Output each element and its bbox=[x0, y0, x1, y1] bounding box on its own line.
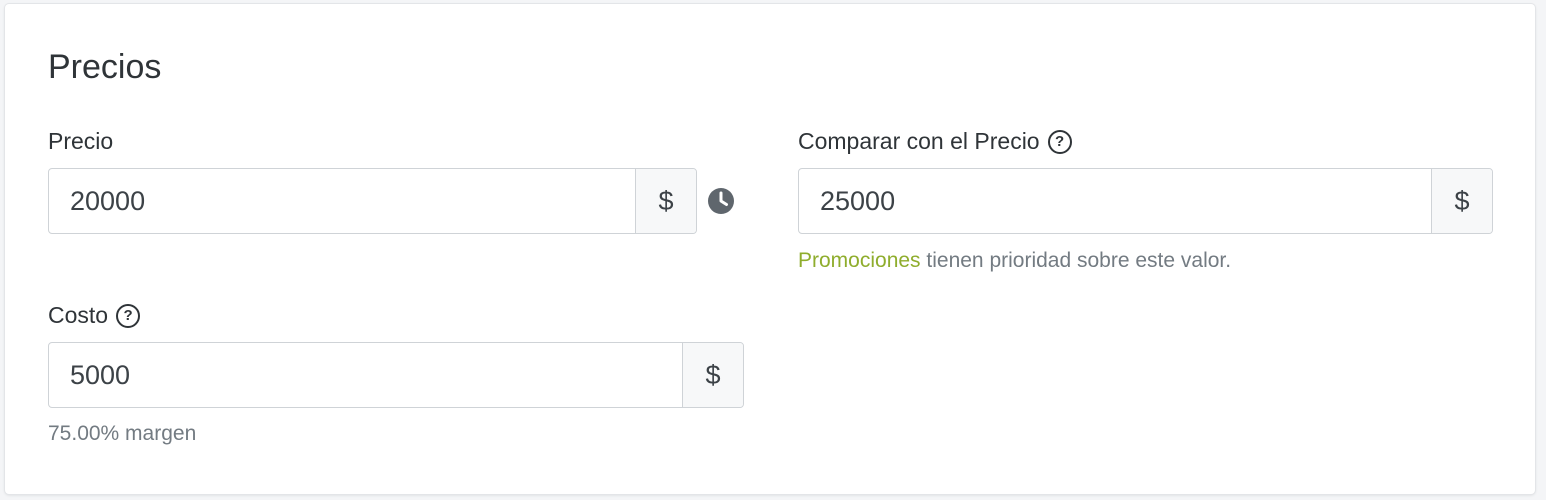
compare-price-input[interactable] bbox=[799, 169, 1431, 233]
cost-label-text: Costo bbox=[48, 302, 109, 328]
cost-field: $ bbox=[48, 342, 744, 408]
compare-price-hint-text: tienen prioridad sobre este valor. bbox=[920, 249, 1232, 272]
cost-input[interactable] bbox=[49, 343, 682, 407]
compare-price-field: $ bbox=[798, 168, 1493, 234]
cost-currency-addon: $ bbox=[682, 343, 743, 407]
price-currency-addon: $ bbox=[635, 169, 696, 233]
compare-price-hint: Promociones tienen prioridad sobre este … bbox=[798, 249, 1231, 273]
compare-price-label: Comparar con el Precio ? bbox=[798, 128, 1072, 155]
compare-price-currency-addon: $ bbox=[1431, 169, 1492, 233]
question-circle-icon[interactable]: ? bbox=[116, 303, 141, 328]
price-label: Precio bbox=[48, 128, 113, 155]
cost-label: Costo ? bbox=[48, 302, 141, 329]
compare-price-label-text: Comparar con el Precio bbox=[798, 128, 1040, 154]
question-circle-icon[interactable]: ? bbox=[1047, 129, 1072, 154]
pricing-card: Precios Precio $ Comparar con el Precio … bbox=[5, 4, 1535, 494]
price-input[interactable] bbox=[49, 169, 635, 233]
promociones-link[interactable]: Promociones bbox=[798, 249, 921, 272]
clock-icon[interactable] bbox=[707, 187, 735, 215]
price-label-text: Precio bbox=[48, 128, 114, 154]
price-field: $ bbox=[48, 168, 697, 234]
section-title: Precios bbox=[48, 48, 162, 86]
cost-margin-text: 75.00% margen bbox=[48, 422, 197, 445]
